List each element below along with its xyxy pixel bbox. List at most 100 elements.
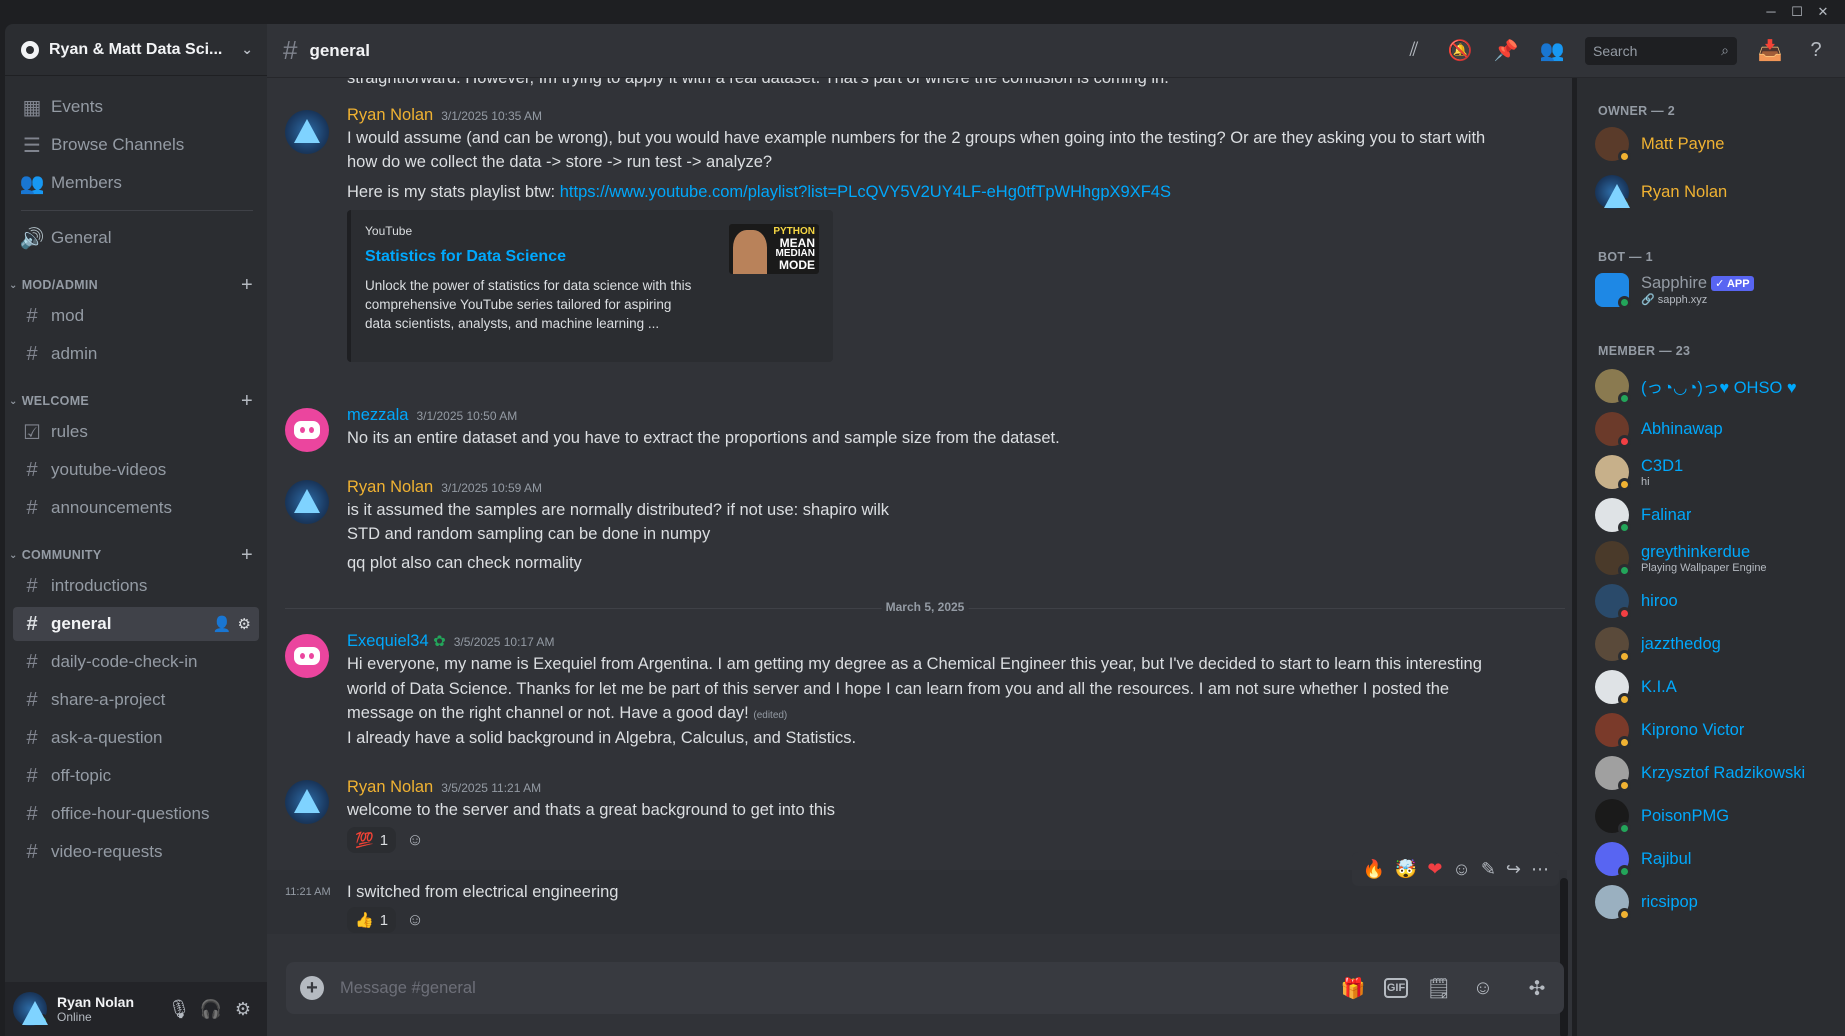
channel-voice-general[interactable]: 🔊 General xyxy=(13,221,259,255)
help-icon[interactable]: ? xyxy=(1803,38,1829,64)
channel-youtube-videos[interactable]: # youtube-videos xyxy=(13,453,259,487)
member-item[interactable]: Kiprono Victor xyxy=(1595,708,1835,752)
channel-mod[interactable]: # mod xyxy=(13,299,259,333)
channel-admin[interactable]: # admin xyxy=(13,337,259,371)
channel-general[interactable]: # general 👤 ⚙ xyxy=(13,607,259,641)
hash-icon: # xyxy=(26,840,38,863)
member-item[interactable]: Rajibul xyxy=(1595,837,1835,881)
member-item[interactable]: K.I.A xyxy=(1595,665,1835,709)
channel-office-hour-questions[interactable]: # office-hour-questions xyxy=(13,797,259,831)
channel-ask-a-question[interactable]: # ask-a-question xyxy=(13,721,259,755)
channel-announcements[interactable]: # announcements xyxy=(13,491,259,525)
notifications-muted-icon[interactable]: 🔕 xyxy=(1447,38,1473,64)
nav-browse-channels[interactable]: ☰ Browse Channels xyxy=(13,128,259,162)
member-item[interactable]: Krzysztof Radzikowski xyxy=(1595,751,1835,795)
member-name: Kiprono Victor xyxy=(1641,720,1745,739)
category-welcome[interactable]: ⌄ WELCOME + xyxy=(9,390,257,413)
channel-introductions[interactable]: # introductions xyxy=(13,569,259,603)
avatar[interactable] xyxy=(285,110,329,154)
embed-provider: YouTube xyxy=(365,224,413,238)
channel-share-a-project[interactable]: # share-a-project xyxy=(13,683,259,717)
message-text: I would assume (and can be wrong), but y… xyxy=(347,129,1486,147)
message-composer[interactable]: + Message #general 🎁 GIF 🗒 ☺ ✣ xyxy=(286,962,1564,1014)
headphones-icon[interactable]: 🎧 xyxy=(195,993,227,1025)
member-item[interactable]: C3D1 hi xyxy=(1595,450,1835,494)
playlist-link[interactable]: https://www.youtube.com/playlist?list=PL… xyxy=(560,183,1171,201)
edit-icon[interactable]: ✎ xyxy=(1481,859,1496,880)
channel-daily-code-check-in[interactable]: # daily-code-check-in xyxy=(13,645,259,679)
channel-off-topic[interactable]: # off-topic xyxy=(13,759,259,793)
member-item[interactable]: Falinar xyxy=(1595,493,1835,537)
nav-members[interactable]: 👥 Members xyxy=(13,166,259,200)
add-channel-icon[interactable]: + xyxy=(241,274,253,297)
member-list-icon[interactable]: 👥 xyxy=(1539,38,1565,64)
member-item[interactable]: ricsipop xyxy=(1595,880,1835,924)
server-name: Ryan & Matt Data Sci... xyxy=(49,40,223,58)
minimize-button[interactable]: ─ xyxy=(1760,2,1782,22)
add-reaction-icon[interactable]: ☺ xyxy=(402,827,428,853)
author-name[interactable]: mezzala xyxy=(347,406,408,424)
avatar[interactable] xyxy=(285,480,329,524)
embed-thumbnail[interactable]: PYTHON MEAN MEDIAN MODE xyxy=(729,224,819,274)
author-name[interactable]: Ryan Nolan xyxy=(347,478,433,496)
maximize-button[interactable]: ☐ xyxy=(1786,2,1808,22)
author-name[interactable]: Ryan Nolan xyxy=(347,778,433,796)
reaction-pill[interactable]: 👍 1 xyxy=(347,907,397,933)
close-button[interactable]: ✕ xyxy=(1812,2,1834,22)
channel-sidebar: Ryan & Matt Data Sci... ⌄ ▦ Events ☰ Bro… xyxy=(5,24,267,984)
reaction-pill[interactable]: 💯 1 xyxy=(347,827,397,853)
search-input[interactable]: Search ⌕ xyxy=(1585,36,1737,65)
member-item[interactable]: (っ◔◡◔)っ♥ OHSO ♥ xyxy=(1595,364,1835,408)
member-item[interactable]: jazzthedog xyxy=(1595,622,1835,666)
channel-label: General xyxy=(51,228,112,247)
category-mod-admin[interactable]: ⌄ MOD/ADMIN + xyxy=(9,274,257,297)
message-hovered[interactable]: 11:21 AM I switched from electrical engi… xyxy=(267,852,1567,934)
gift-icon[interactable]: 🎁 xyxy=(1340,975,1366,1001)
server-header[interactable]: Ryan & Matt Data Sci... ⌄ xyxy=(5,24,267,76)
avatar[interactable] xyxy=(285,780,329,824)
avatar[interactable] xyxy=(285,634,329,678)
scrollbar[interactable] xyxy=(1560,878,1568,1036)
pin-icon[interactable]: 📌 xyxy=(1493,38,1519,64)
author-name[interactable]: Exequiel34 xyxy=(347,632,429,650)
inbox-icon[interactable]: 📥 xyxy=(1757,38,1783,64)
quick-reaction-fire[interactable]: 🔥 xyxy=(1362,859,1384,880)
apps-icon[interactable]: ✣ xyxy=(1524,975,1550,1001)
forward-icon[interactable]: ↪ xyxy=(1506,859,1521,880)
quick-reaction-heart[interactable]: ❤ xyxy=(1427,859,1442,880)
gear-icon[interactable]: ⚙ xyxy=(238,615,251,633)
avatar[interactable] xyxy=(13,992,49,1028)
member-item[interactable]: Sapphire ✓ APP 🔗 sapph.xyz xyxy=(1595,268,1835,312)
member-item[interactable]: PoisonPMG xyxy=(1595,794,1835,838)
add-channel-icon[interactable]: + xyxy=(241,544,253,567)
hash-icon: # xyxy=(26,764,38,787)
more-icon[interactable]: ⋯ xyxy=(1531,859,1549,880)
embed-title[interactable]: Statistics for Data Science xyxy=(365,248,566,266)
emoji-icon[interactable]: ☺ xyxy=(1470,975,1496,1001)
category-community[interactable]: ⌄ COMMUNITY + xyxy=(9,544,257,567)
member-item[interactable]: hiroo xyxy=(1595,579,1835,623)
member-item[interactable]: Ryan Nolan xyxy=(1595,170,1835,214)
reaction-emoji: 💯 xyxy=(355,832,374,849)
gif-icon[interactable]: GIF xyxy=(1384,978,1408,998)
author-name[interactable]: Ryan Nolan xyxy=(347,106,433,124)
invite-icon[interactable]: 👤 xyxy=(213,615,232,633)
channel-rules[interactable]: ☑ rules xyxy=(13,415,259,449)
threads-icon[interactable]: ⫽ xyxy=(1401,38,1427,64)
nav-events[interactable]: ▦ Events xyxy=(13,90,259,124)
add-channel-icon[interactable]: + xyxy=(241,390,253,413)
avatar[interactable] xyxy=(285,408,329,452)
channel-video-requests[interactable]: # video-requests xyxy=(13,835,259,869)
gear-icon[interactable]: ⚙ xyxy=(227,993,259,1025)
member-item[interactable]: greythinkerdue Playing Wallpaper Engine xyxy=(1595,536,1835,580)
add-reaction-icon[interactable]: ☺ xyxy=(402,907,428,933)
message-input[interactable]: Message #general xyxy=(340,979,1322,998)
microphone-icon[interactable]: 🎙 xyxy=(163,993,195,1025)
sticker-icon[interactable]: 🗒 xyxy=(1426,975,1452,1001)
member-item[interactable]: Matt Payne xyxy=(1595,122,1835,166)
add-reaction-icon[interactable]: ☺ xyxy=(1452,859,1470,880)
member-name: Rajibul xyxy=(1641,849,1692,868)
add-attachment-icon[interactable]: + xyxy=(300,976,324,1000)
member-item[interactable]: Abhinawap xyxy=(1595,407,1835,451)
quick-reaction-mindblown[interactable]: 🤯 xyxy=(1395,859,1417,880)
